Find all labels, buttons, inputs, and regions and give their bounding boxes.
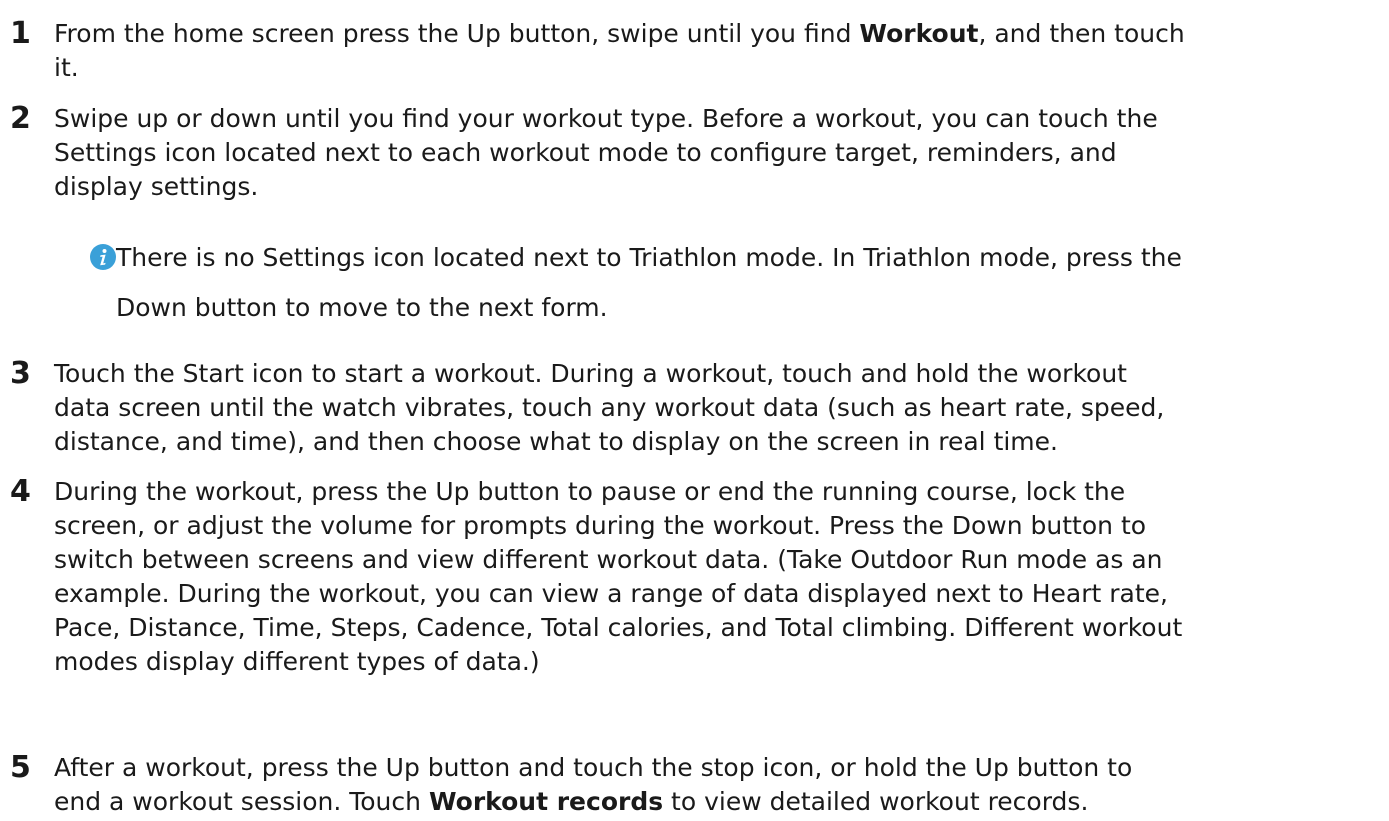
step-text: Swipe up or down until you find your wor… <box>54 102 1384 204</box>
step-number: 3 <box>10 356 31 391</box>
step-text-segment: From the home screen press the Up button… <box>54 19 860 48</box>
note-line: There is no Settings icon located next t… <box>116 243 1182 272</box>
step-text: After a workout, press the Up button and… <box>54 751 1384 819</box>
step-line: After a workout, press the Up button and… <box>54 753 1133 782</box>
step-line: it. <box>54 53 79 82</box>
step-line: From the home screen press the Up button… <box>54 17 1384 51</box>
step-line: display settings. <box>54 172 259 201</box>
step-line: During the workout, press the Up button … <box>54 477 1126 506</box>
step-number: 5 <box>10 750 31 785</box>
workout-term: Workout <box>859 19 979 48</box>
step-line: data screen until the watch vibrates, to… <box>54 393 1165 422</box>
step-text: Touch the Start icon to start a workout.… <box>54 357 1384 459</box>
step-line: switch between screens and view differen… <box>54 545 1163 574</box>
step-line: end a workout session. Touch Workout rec… <box>54 785 1384 819</box>
step-line: Pace, Distance, Time, Steps, Cadence, To… <box>54 613 1183 642</box>
workout-records-term: Workout records <box>428 787 664 816</box>
note-line: Down button to move to the next form. <box>116 293 608 322</box>
document-page: 1 From the home screen press the Up butt… <box>0 0 1389 821</box>
step-line: example. During the workout, you can vie… <box>54 579 1168 608</box>
info-icon <box>90 244 116 270</box>
step-line: Swipe up or down until you find your wor… <box>54 104 1158 133</box>
step-number: 1 <box>10 16 31 51</box>
step-line: modes display different types of data.) <box>54 647 540 676</box>
step-line: screen, or adjust the volume for prompts… <box>54 511 1147 540</box>
step-number: 2 <box>10 101 31 136</box>
step-line: distance, and time), and then choose wha… <box>54 427 1058 456</box>
step-text: During the workout, press the Up button … <box>54 475 1384 679</box>
step-line: Touch the Start icon to start a workout.… <box>54 359 1127 388</box>
step-text-segment: end a workout session. Touch <box>54 787 429 816</box>
step-line: Settings icon located next to each worko… <box>54 138 1117 167</box>
step-text: From the home screen press the Up button… <box>54 17 1384 85</box>
step-text-segment: to view detailed workout records. <box>663 787 1089 816</box>
step-text-segment: , and then touch <box>978 19 1185 48</box>
step-number: 4 <box>10 474 31 509</box>
